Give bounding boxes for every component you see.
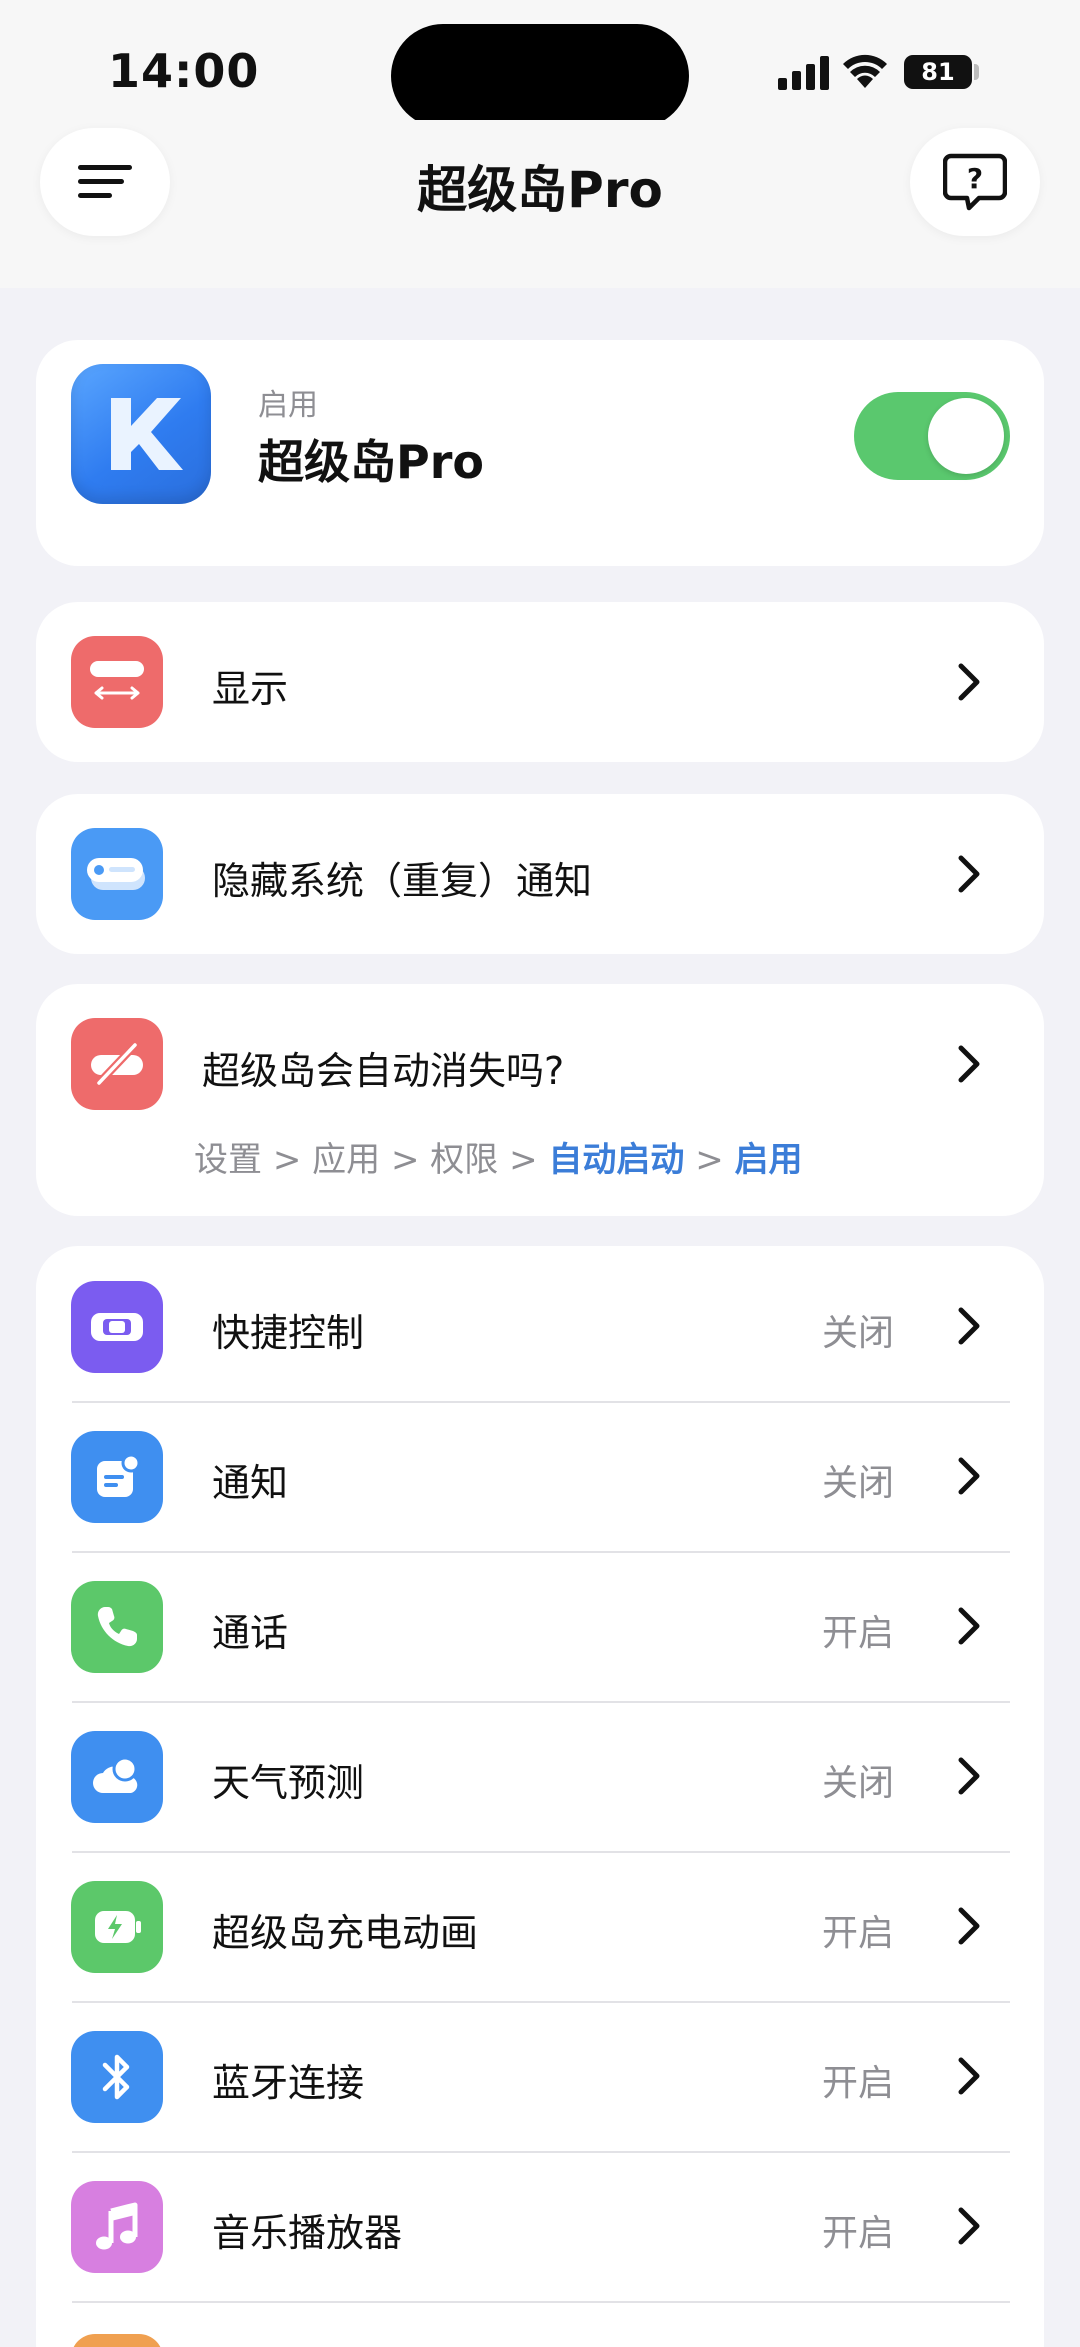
app-name: 超级岛Pro xyxy=(258,435,485,489)
path-separator: > xyxy=(390,1140,420,1180)
quick-control-label: 快捷控制 xyxy=(212,1311,365,1355)
list-item-notification[interactable]: 通知 关闭 xyxy=(36,1396,1044,1546)
bluetooth-icon xyxy=(71,2031,163,2123)
chevron-right-icon xyxy=(958,1307,980,1345)
wifi-icon xyxy=(843,54,887,88)
auto-hide-icon xyxy=(71,1018,163,1110)
weather-label: 天气预测 xyxy=(212,1761,365,1805)
faq-label: 超级岛会自动消失吗? xyxy=(202,1049,565,1093)
status-bar: 14:00 81 xyxy=(0,0,1080,130)
weather-status: 关闭 xyxy=(821,1763,894,1804)
list-item-music[interactable]: 音乐播放器 开启 xyxy=(36,2146,1044,2296)
list-item-weather[interactable]: 天气预测 关闭 xyxy=(36,1696,1044,1846)
chevron-right-icon xyxy=(958,855,980,893)
battery-indicator: 81 xyxy=(904,55,972,89)
bluetooth-label: 蓝牙连接 xyxy=(212,2061,365,2105)
features-card: 快捷控制 关闭 通知 关闭 通话 开启 天气预测 关闭 超级岛充电动画 开启 蓝… xyxy=(36,1246,1044,2347)
list-item-call[interactable]: 通话 开启 xyxy=(36,1546,1044,1696)
charging-status: 开启 xyxy=(821,1913,894,1954)
path-separator: > xyxy=(509,1140,538,1180)
hide-notification-icon xyxy=(71,828,163,920)
chevron-right-icon xyxy=(958,1907,980,1945)
path-segment: 权限 xyxy=(430,1140,499,1180)
faq-card[interactable]: 超级岛会自动消失吗? 设置 > 应用 > 权限 > 自动启动 > 启用 xyxy=(36,984,1044,1216)
path-separator: > xyxy=(695,1140,724,1180)
enable-toggle[interactable] xyxy=(854,392,1010,480)
dynamic-island xyxy=(391,24,689,128)
chevron-right-icon xyxy=(958,1757,980,1795)
path-segment-highlight: 自动启动 xyxy=(548,1140,685,1180)
help-icon: ? xyxy=(943,153,1007,211)
chevron-right-icon xyxy=(958,2057,980,2095)
list-item-bluetooth[interactable]: 蓝牙连接 开启 xyxy=(36,1996,1044,2146)
call-status: 开启 xyxy=(821,1613,894,1654)
charging-label: 超级岛充电动画 xyxy=(212,1911,479,1955)
battery-cap xyxy=(974,64,979,80)
path-segment: 设置 xyxy=(194,1140,262,1180)
display-card[interactable]: 显示 xyxy=(36,602,1044,762)
chevron-right-icon xyxy=(958,2207,980,2245)
status-time: 14:00 xyxy=(108,44,260,98)
svg-text:?: ? xyxy=(967,162,983,195)
weather-icon xyxy=(71,1731,163,1823)
call-label: 通话 xyxy=(212,1611,289,1655)
phone-icon xyxy=(71,1581,163,1673)
notification-status: 关闭 xyxy=(821,1463,894,1504)
bluetooth-status: 开启 xyxy=(821,2063,894,2104)
display-label: 显示 xyxy=(212,667,289,711)
chevron-right-icon xyxy=(958,1607,980,1645)
charging-icon xyxy=(71,1881,163,1973)
path-segment: 应用 xyxy=(312,1140,381,1180)
next-item-icon xyxy=(71,2334,163,2347)
music-label: 音乐播放器 xyxy=(212,2211,403,2255)
music-icon xyxy=(71,2181,163,2273)
quick-control-status: 关闭 xyxy=(821,1313,894,1354)
notification-label: 通知 xyxy=(212,1461,289,1505)
chevron-right-icon xyxy=(958,1457,980,1495)
app-enable-card: 启用 超级岛Pro xyxy=(36,340,1044,566)
app-logo-icon xyxy=(71,364,211,504)
cellular-signal-icon xyxy=(778,56,829,90)
help-button[interactable]: ? xyxy=(910,128,1040,236)
list-item-quick-control[interactable]: 快捷控制 关闭 xyxy=(36,1246,1044,1396)
hide-notification-label: 隐藏系统（重复）通知 xyxy=(212,859,593,903)
enable-label: 启用 xyxy=(258,388,318,423)
quick-control-icon xyxy=(71,1281,163,1373)
chevron-right-icon xyxy=(958,663,980,701)
notification-icon xyxy=(71,1431,163,1523)
display-icon xyxy=(71,636,163,728)
navigation-bar: 超级岛Pro ? xyxy=(0,120,1080,288)
divider xyxy=(72,2301,1010,2303)
k-logo-icon xyxy=(111,398,183,470)
music-status: 开启 xyxy=(821,2213,894,2254)
path-separator: > xyxy=(272,1140,302,1180)
path-segment-highlight: 启用 xyxy=(734,1140,803,1180)
list-item-charging[interactable]: 超级岛充电动画 开启 xyxy=(36,1846,1044,1996)
hide-notification-card[interactable]: 隐藏系统（重复）通知 xyxy=(36,794,1044,954)
settings-path: 设置 > 应用 > 权限 > 自动启动 > 启用 xyxy=(194,1132,803,1181)
toggle-knob xyxy=(928,398,1004,474)
chevron-right-icon xyxy=(958,1045,980,1083)
